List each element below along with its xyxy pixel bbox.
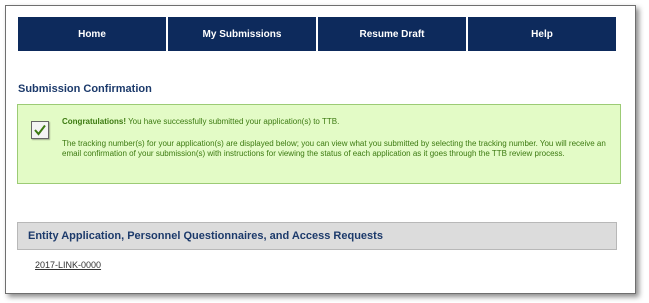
checkmark-icon xyxy=(31,121,49,139)
tracking-number-link[interactable]: 2017-LINK-0000 xyxy=(35,260,101,270)
success-message-box: Congratulations! You have successfully s… xyxy=(17,104,621,184)
window-frame: Home My Submissions Resume Draft Help Su… xyxy=(5,5,636,294)
top-nav: Home My Submissions Resume Draft Help xyxy=(18,17,616,51)
nav-help[interactable]: Help xyxy=(468,17,616,51)
confirmation-detail: The tracking number(s) for your applicat… xyxy=(62,139,606,158)
confirmation-message: Congratulations! You have successfully s… xyxy=(62,117,612,159)
nav-home[interactable]: Home xyxy=(18,17,166,51)
page-title: Submission Confirmation xyxy=(18,83,152,95)
confirmation-line: Congratulations! You have successfully s… xyxy=(62,117,612,127)
section-header: Entity Application, Personnel Questionna… xyxy=(17,222,617,250)
nav-resume-draft[interactable]: Resume Draft xyxy=(318,17,466,51)
congrats-label: Congratulations! xyxy=(62,117,126,126)
nav-my-submissions[interactable]: My Submissions xyxy=(168,17,316,51)
congrats-text: You have successfully submitted your app… xyxy=(126,117,340,126)
